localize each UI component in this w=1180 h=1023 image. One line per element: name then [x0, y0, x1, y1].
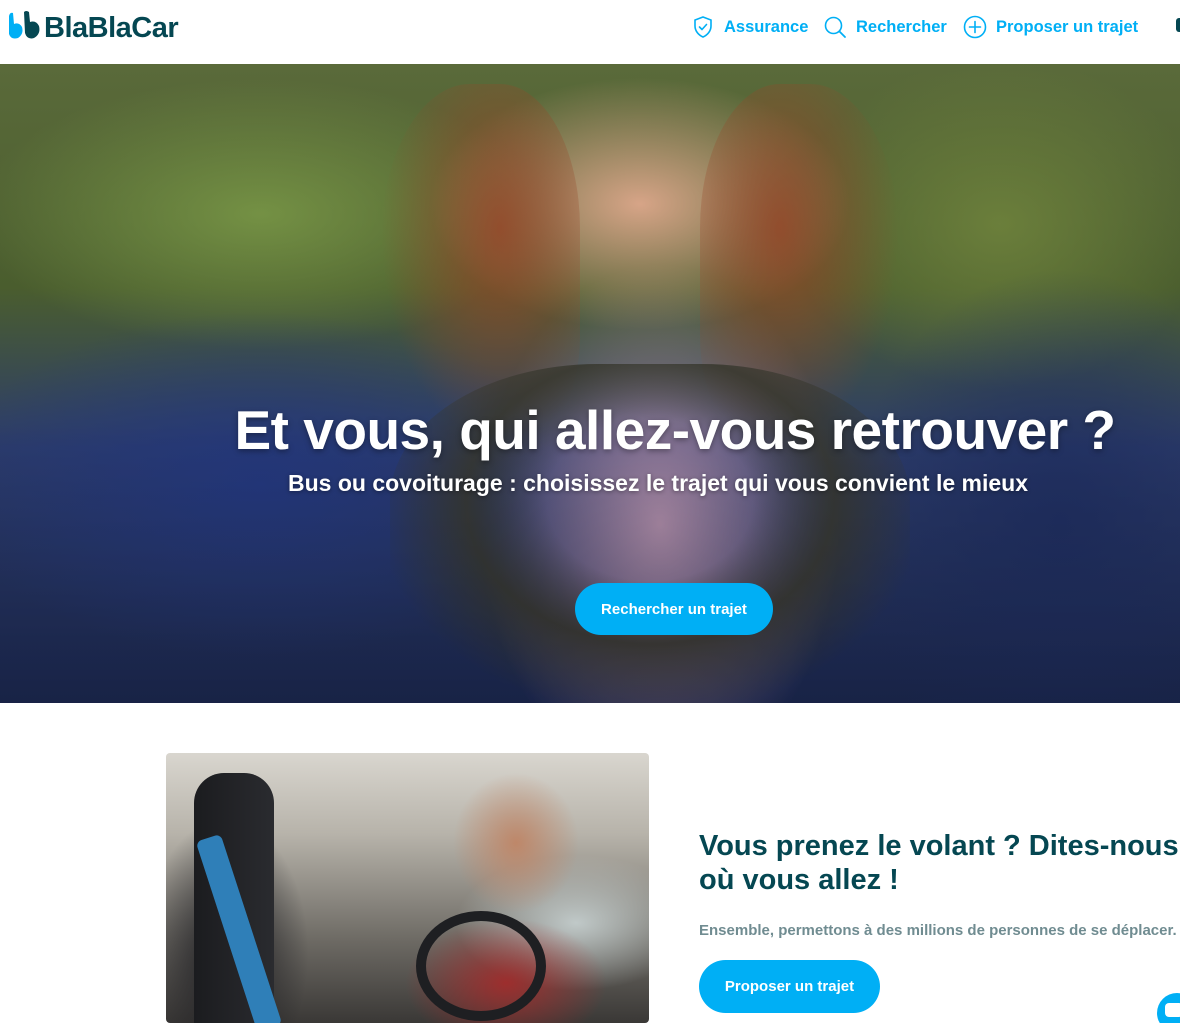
help-chat-button[interactable]	[1157, 993, 1180, 1023]
profile-menu-edge[interactable]	[1176, 18, 1180, 32]
driver-section-title: Vous prenez le volant ? Dites-nous où vo…	[699, 830, 1179, 896]
hero-section: Et vous, qui allez-vous retrouver ? Bus …	[0, 64, 1180, 703]
nav-proposer-trajet-label: Proposer un trajet	[996, 17, 1139, 36]
search-icon	[824, 16, 846, 38]
driver-section-text: Ensemble, permettons à des millions de p…	[699, 922, 1177, 939]
nav-assurance[interactable]: Assurance	[691, 12, 808, 42]
nav-proposer-trajet[interactable]: Proposer un trajet	[963, 12, 1138, 42]
shield-check-icon	[694, 16, 712, 38]
blablacar-logo[interactable]: BlaBlaCar	[6, 10, 179, 46]
offer-trip-button[interactable]: Proposer un trajet	[699, 960, 880, 1013]
nav-rechercher[interactable]: Rechercher	[823, 12, 947, 42]
site-header: BlaBlaCar Assurance Rechercher Proposer …	[0, 0, 1180, 64]
plus-circle-icon	[963, 15, 987, 39]
driver-photo-steering-wheel	[416, 911, 546, 1021]
blablacar-logo-icon	[9, 11, 40, 39]
driver-photo	[166, 753, 649, 1023]
brand-name: BlaBlaCar	[44, 11, 179, 44]
chat-icon	[1165, 1003, 1180, 1017]
nav-assurance-label: Assurance	[724, 17, 809, 36]
hero-subtitle: Bus ou covoiturage : choisissez le traje…	[288, 470, 1029, 496]
search-trip-button[interactable]: Rechercher un trajet	[575, 583, 773, 635]
hero-title: Et vous, qui allez-vous retrouver ?	[234, 399, 1116, 461]
nav-rechercher-label: Rechercher	[856, 17, 947, 36]
